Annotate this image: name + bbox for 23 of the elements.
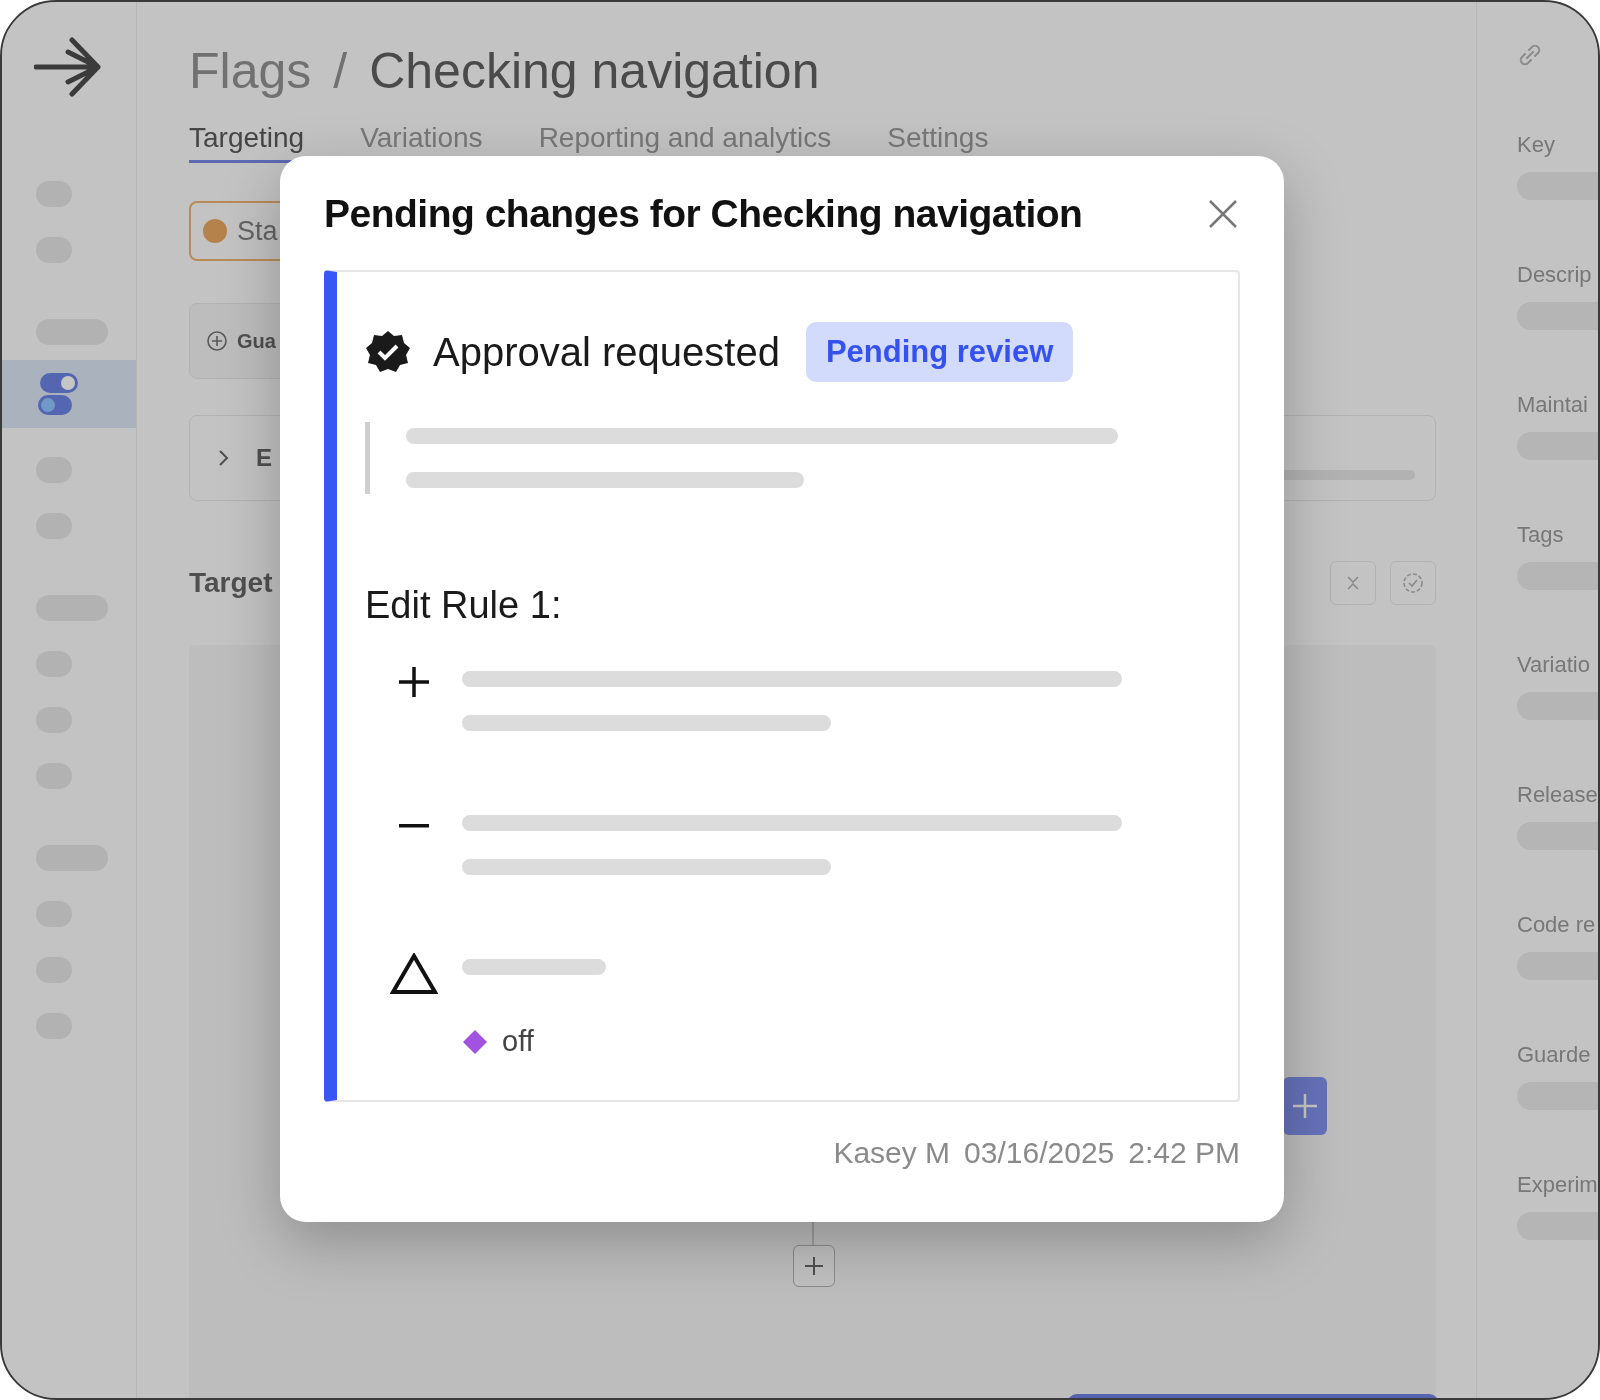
section-title: Target	[189, 567, 273, 599]
field-label: Tags	[1517, 522, 1565, 548]
change-time: 2:42 PM	[1128, 1136, 1240, 1170]
field-label: Variatio	[1517, 652, 1591, 678]
field-label: Descrip	[1517, 262, 1593, 288]
guard-label: Gua	[237, 329, 276, 353]
field-label: Code re	[1517, 912, 1597, 938]
dialog-title: Pending changes for Checking navigation	[324, 192, 1083, 236]
field-label: Experim	[1517, 1172, 1598, 1198]
breadcrumb-separator: /	[333, 42, 348, 100]
status-badge: Pending review	[805, 322, 1074, 382]
field-label: Guarde	[1517, 1042, 1592, 1068]
field-label: Key	[1517, 132, 1556, 158]
status-title: Approval requested	[433, 329, 780, 375]
field-label: Release	[1517, 782, 1598, 808]
author-name: Kasey M	[833, 1136, 951, 1170]
status-label: Sta	[237, 215, 278, 247]
change-date: 03/16/2025	[964, 1136, 1115, 1170]
page-title: Checking navigation	[369, 42, 820, 100]
variation-label: off	[502, 1025, 534, 1058]
field-label: Maintai	[1517, 392, 1589, 418]
expander-label: E	[256, 444, 272, 472]
rule-title: Edit Rule 1:	[365, 584, 563, 627]
